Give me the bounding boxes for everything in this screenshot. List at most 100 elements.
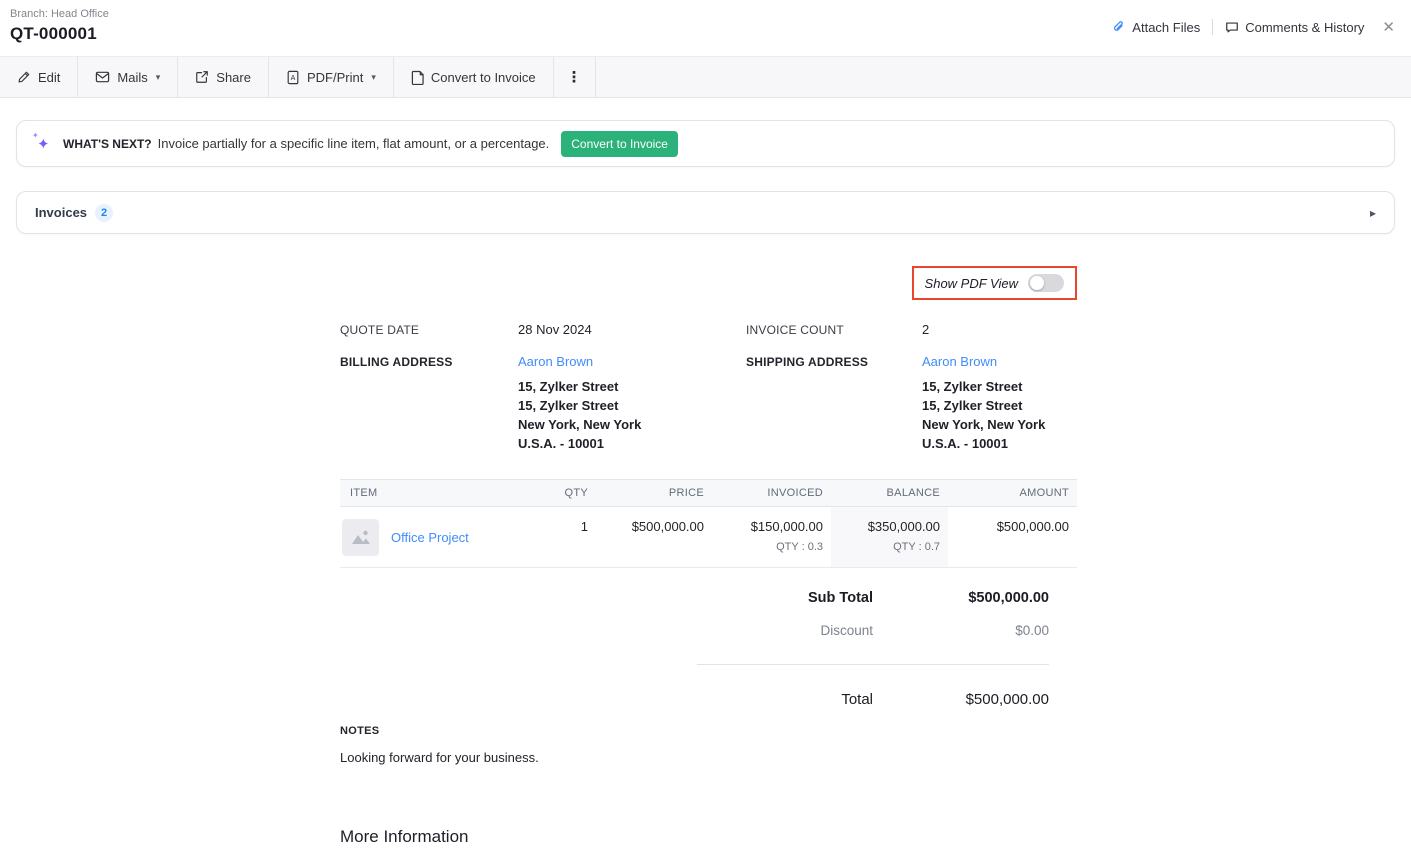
edit-label: Edit — [38, 70, 60, 85]
document-icon — [411, 70, 424, 85]
address-name-row: BILLING ADDRESS Aaron Brown SHIPPING ADD… — [340, 354, 1077, 369]
item-name-link[interactable]: Office Project — [391, 530, 469, 545]
col-item: ITEM — [340, 480, 520, 506]
invoices-section[interactable]: Invoices 2 ▸ — [16, 191, 1395, 234]
col-qty: QTY — [520, 480, 596, 506]
toggle-switch[interactable] — [1028, 274, 1064, 292]
share-icon — [195, 70, 209, 84]
chevron-down-icon: ▾ — [156, 72, 161, 83]
attach-files-button[interactable]: Attach Files — [1112, 20, 1200, 35]
pdf-toggle-row: Show PDF View — [340, 266, 1077, 300]
shipping-address-block: 15, Zylker Street 15, Zylker Street New … — [922, 377, 1077, 453]
whats-next-banner: ✦ ✦ WHAT'S NEXT? Invoice partially for a… — [16, 120, 1395, 167]
item-image-placeholder-icon — [342, 519, 379, 556]
page-title: QT-000001 — [10, 24, 109, 44]
shipping-line: New York, New York — [922, 415, 1077, 434]
sparkle-icon: ✦ ✦ — [33, 134, 53, 154]
more-actions-button[interactable]: ⋮ — [554, 57, 596, 97]
quote-date-label: QUOTE DATE — [340, 323, 518, 337]
comment-icon — [1225, 20, 1239, 34]
edit-button[interactable]: Edit — [0, 57, 78, 97]
header-divider — [1212, 19, 1213, 35]
chevron-down-icon: ▾ — [371, 72, 376, 83]
col-amount: AMOUNT — [948, 480, 1077, 506]
balance-amount: $350,000.00 — [831, 519, 940, 534]
totals-divider — [697, 664, 1049, 665]
page-header: Branch: Head Office QT-000001 Attach Fil… — [0, 0, 1411, 56]
sub-total-label: Sub Total — [703, 590, 873, 606]
quote-document: Show PDF View QUOTE DATE 28 Nov 2024 INV… — [340, 266, 1077, 853]
mails-button[interactable]: Mails ▾ — [78, 57, 178, 97]
comments-history-label: Comments & History — [1245, 20, 1364, 35]
mails-label: Mails — [117, 70, 147, 85]
show-pdf-view-toggle[interactable]: Show PDF View — [912, 266, 1077, 300]
pdf-icon: A — [286, 70, 300, 85]
invoice-count-label: INVOICE COUNT — [746, 323, 922, 337]
expand-arrow-icon[interactable]: ▸ — [1370, 206, 1376, 220]
line-items-table: ITEM QTY PRICE INVOICED BALANCE AMOUNT O… — [340, 479, 1077, 568]
notes-section: NOTES Looking forward for your business. — [340, 725, 1077, 765]
balance-cell: $350,000.00 QTY : 0.7 — [831, 507, 948, 567]
amount-cell: $500,000.00 — [948, 507, 1077, 567]
sub-total-row: Sub Total $500,000.00 — [340, 590, 1077, 606]
billing-contact-link[interactable]: Aaron Brown — [518, 354, 746, 369]
convert-to-invoice-label: Convert to Invoice — [431, 70, 536, 85]
show-pdf-view-label: Show PDF View — [925, 276, 1018, 291]
invoiced-qty: QTY : 0.3 — [712, 541, 823, 553]
quote-date-row: QUOTE DATE 28 Nov 2024 INVOICE COUNT 2 — [340, 322, 1077, 337]
attach-files-label: Attach Files — [1132, 20, 1200, 35]
sub-total-value: $500,000.00 — [873, 590, 1049, 606]
invoiced-cell: $150,000.00 QTY : 0.3 — [712, 507, 831, 567]
convert-to-invoice-button[interactable]: Convert to Invoice — [394, 57, 554, 97]
kebab-icon: ⋮ — [567, 68, 582, 86]
notes-text: Looking forward for your business. — [340, 750, 1077, 765]
comments-history-button[interactable]: Comments & History — [1225, 20, 1364, 35]
notes-label: NOTES — [340, 725, 1077, 737]
envelope-icon — [95, 70, 110, 84]
invoices-count-badge: 2 — [95, 204, 113, 222]
qty-cell: 1 — [520, 507, 596, 567]
more-information-title: More Information — [340, 827, 1077, 847]
shipping-line: 15, Zylker Street — [922, 377, 1077, 396]
toggle-knob — [1030, 276, 1044, 290]
billing-line: 15, Zylker Street — [518, 396, 746, 415]
invoiced-amount: $150,000.00 — [712, 519, 823, 534]
table-row: Office Project 1 $500,000.00 $150,000.00… — [340, 507, 1077, 568]
total-row: Total $500,000.00 — [340, 691, 1077, 708]
billing-line: U.S.A. - 10001 — [518, 434, 746, 453]
header-left: Branch: Head Office QT-000001 — [10, 8, 109, 44]
header-actions: Attach Files Comments & History ✕ — [1112, 8, 1397, 36]
discount-row: Discount $0.00 — [340, 623, 1077, 638]
pdf-print-label: PDF/Print — [307, 70, 363, 85]
discount-label: Discount — [703, 623, 873, 638]
shipping-line: U.S.A. - 10001 — [922, 434, 1077, 453]
price-cell: $500,000.00 — [596, 507, 712, 567]
total-value: $500,000.00 — [873, 691, 1049, 708]
table-header-row: ITEM QTY PRICE INVOICED BALANCE AMOUNT — [340, 480, 1077, 507]
address-lines-row: 15, Zylker Street 15, Zylker Street New … — [340, 377, 1077, 453]
total-label: Total — [703, 691, 873, 708]
whats-next-label: WHAT'S NEXT? — [63, 137, 152, 151]
convert-to-invoice-cta-button[interactable]: Convert to Invoice — [561, 131, 678, 157]
totals-section: Sub Total $500,000.00 Discount $0.00 Tot… — [340, 568, 1077, 708]
col-invoiced: INVOICED — [712, 480, 831, 506]
discount-value: $0.00 — [873, 623, 1049, 638]
share-button[interactable]: Share — [178, 57, 269, 97]
billing-line: 15, Zylker Street — [518, 377, 746, 396]
shipping-contact-link[interactable]: Aaron Brown — [922, 354, 1077, 369]
billing-address-block: 15, Zylker Street 15, Zylker Street New … — [518, 377, 746, 453]
pdf-print-button[interactable]: A PDF/Print ▾ — [269, 57, 394, 97]
branch-label: Branch: Head Office — [10, 8, 109, 20]
svg-text:A: A — [291, 75, 296, 82]
shipping-address-label: SHIPPING ADDRESS — [746, 355, 922, 369]
action-toolbar: Edit Mails ▾ Share A PDF/Print ▾ — [0, 56, 1411, 98]
col-price: PRICE — [596, 480, 712, 506]
billing-address-label: BILLING ADDRESS — [340, 355, 518, 369]
item-cell: Office Project — [340, 507, 520, 567]
shipping-line: 15, Zylker Street — [922, 396, 1077, 415]
paperclip-icon — [1112, 20, 1126, 34]
share-label: Share — [216, 70, 251, 85]
col-balance: BALANCE — [831, 480, 948, 506]
close-icon[interactable]: ✕ — [1380, 18, 1397, 36]
whats-next-text: Invoice partially for a specific line it… — [158, 136, 550, 151]
